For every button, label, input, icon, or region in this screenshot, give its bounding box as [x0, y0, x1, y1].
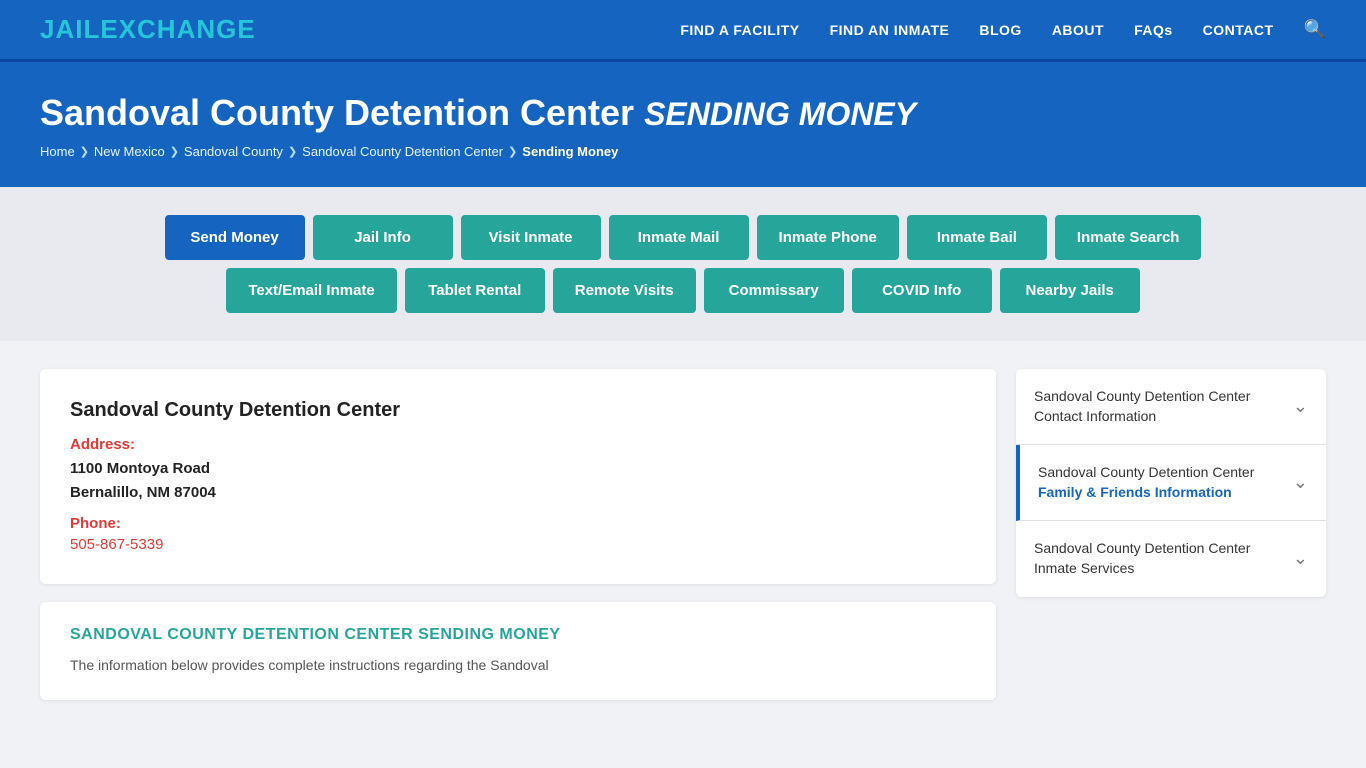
- left-panel: Sandoval County Detention Center Address…: [40, 369, 996, 700]
- tab-inmate-search[interactable]: Inmate Search: [1055, 215, 1202, 260]
- tab-inmate-phone[interactable]: Inmate Phone: [757, 215, 899, 260]
- right-sidebar: Sandoval County Detention Center Contact…: [1016, 369, 1326, 700]
- tab-covid-info[interactable]: COVID Info: [852, 268, 992, 313]
- tabs-row-2: Text/Email Inmate Tablet Rental Remote V…: [40, 268, 1326, 313]
- chevron-down-icon: ⌄: [1293, 548, 1308, 569]
- hero-section: Sandoval County Detention Center SENDING…: [0, 62, 1366, 187]
- breadcrumb-state[interactable]: New Mexico: [94, 144, 165, 159]
- tab-visit-inmate[interactable]: Visit Inmate: [461, 215, 601, 260]
- logo-part2-accent: EXCHANGE: [100, 14, 255, 44]
- logo[interactable]: JAILEXCHANGE: [40, 14, 256, 45]
- chevron-icon: ❯: [170, 145, 179, 158]
- breadcrumb-home[interactable]: Home: [40, 144, 75, 159]
- sidebar-item-inmate-services[interactable]: Sandoval County Detention Center Inmate …: [1016, 521, 1326, 596]
- logo-part1: JAIL: [40, 14, 100, 44]
- chevron-down-icon: ⌄: [1293, 396, 1308, 417]
- sidebar-item-contact[interactable]: Sandoval County Detention Center Contact…: [1016, 369, 1326, 445]
- sidebar-item-contact-text: Sandoval County Detention Center Contact…: [1034, 387, 1250, 426]
- nav-find-facility[interactable]: FIND A FACILITY: [680, 22, 799, 38]
- chevron-icon: ❯: [508, 145, 517, 158]
- address-block: 1100 Montoya Road Bernalillo, NM 87004: [70, 457, 966, 505]
- facility-card-title: Sandoval County Detention Center: [70, 399, 966, 422]
- address-line1: 1100 Montoya Road: [70, 460, 210, 477]
- sidebar-card: Sandoval County Detention Center Contact…: [1016, 369, 1326, 597]
- sidebar-item-family-text: Sandoval County Detention Center Family …: [1038, 463, 1254, 502]
- chevron-icon: ❯: [288, 145, 297, 158]
- header: JAILEXCHANGE FIND A FACILITY FIND AN INM…: [0, 0, 1366, 62]
- sidebar-item-family[interactable]: Sandoval County Detention Center Family …: [1016, 445, 1326, 521]
- phone-label: Phone:: [70, 515, 966, 532]
- sidebar-item-inmate-services-text: Sandoval County Detention Center Inmate …: [1034, 539, 1250, 578]
- tab-inmate-mail[interactable]: Inmate Mail: [609, 215, 749, 260]
- tab-send-money[interactable]: Send Money: [165, 215, 305, 260]
- section-body: The information below provides complete …: [70, 654, 966, 676]
- tab-tablet-rental[interactable]: Tablet Rental: [405, 268, 545, 313]
- breadcrumb-current: Sending Money: [522, 144, 618, 159]
- tab-nearby-jails[interactable]: Nearby Jails: [1000, 268, 1140, 313]
- phone-link[interactable]: 505-867-5339: [70, 536, 163, 553]
- breadcrumb-facility[interactable]: Sandoval County Detention Center: [302, 144, 503, 159]
- address-line2: Bernalillo, NM 87004: [70, 484, 216, 501]
- facility-name: Sandoval County Detention Center: [40, 92, 634, 133]
- section-title: SANDOVAL COUNTY DETENTION CENTER SENDING…: [70, 626, 966, 644]
- chevron-down-icon: ⌄: [1293, 472, 1308, 493]
- tabs-row-1: Send Money Jail Info Visit Inmate Inmate…: [40, 215, 1326, 260]
- page-title: Sandoval County Detention Center SENDING…: [40, 92, 1326, 134]
- tab-inmate-bail[interactable]: Inmate Bail: [907, 215, 1047, 260]
- nav-blog[interactable]: BLOG: [979, 22, 1021, 38]
- search-icon[interactable]: 🔍: [1304, 19, 1326, 40]
- info-card: Sandoval County Detention Center Address…: [40, 369, 996, 584]
- page-subtitle: SENDING MONEY: [644, 96, 916, 132]
- tab-text-email[interactable]: Text/Email Inmate: [226, 268, 396, 313]
- tabs-section: Send Money Jail Info Visit Inmate Inmate…: [0, 187, 1366, 341]
- address-label: Address:: [70, 436, 966, 453]
- chevron-icon: ❯: [80, 145, 89, 158]
- nav-about[interactable]: ABOUT: [1052, 22, 1104, 38]
- breadcrumb-county[interactable]: Sandoval County: [184, 144, 283, 159]
- tab-commissary[interactable]: Commissary: [704, 268, 844, 313]
- main-content: Sandoval County Detention Center Address…: [0, 341, 1366, 728]
- nav-find-inmate[interactable]: FIND AN INMATE: [830, 22, 950, 38]
- tab-remote-visits[interactable]: Remote Visits: [553, 268, 696, 313]
- section-card: SANDOVAL COUNTY DETENTION CENTER SENDING…: [40, 602, 996, 700]
- main-nav: FIND A FACILITY FIND AN INMATE BLOG ABOU…: [680, 19, 1326, 40]
- breadcrumb: Home ❯ New Mexico ❯ Sandoval County ❯ Sa…: [40, 144, 1326, 159]
- nav-faqs[interactable]: FAQs: [1134, 22, 1173, 38]
- tab-jail-info[interactable]: Jail Info: [313, 215, 453, 260]
- nav-contact[interactable]: CONTACT: [1203, 22, 1274, 38]
